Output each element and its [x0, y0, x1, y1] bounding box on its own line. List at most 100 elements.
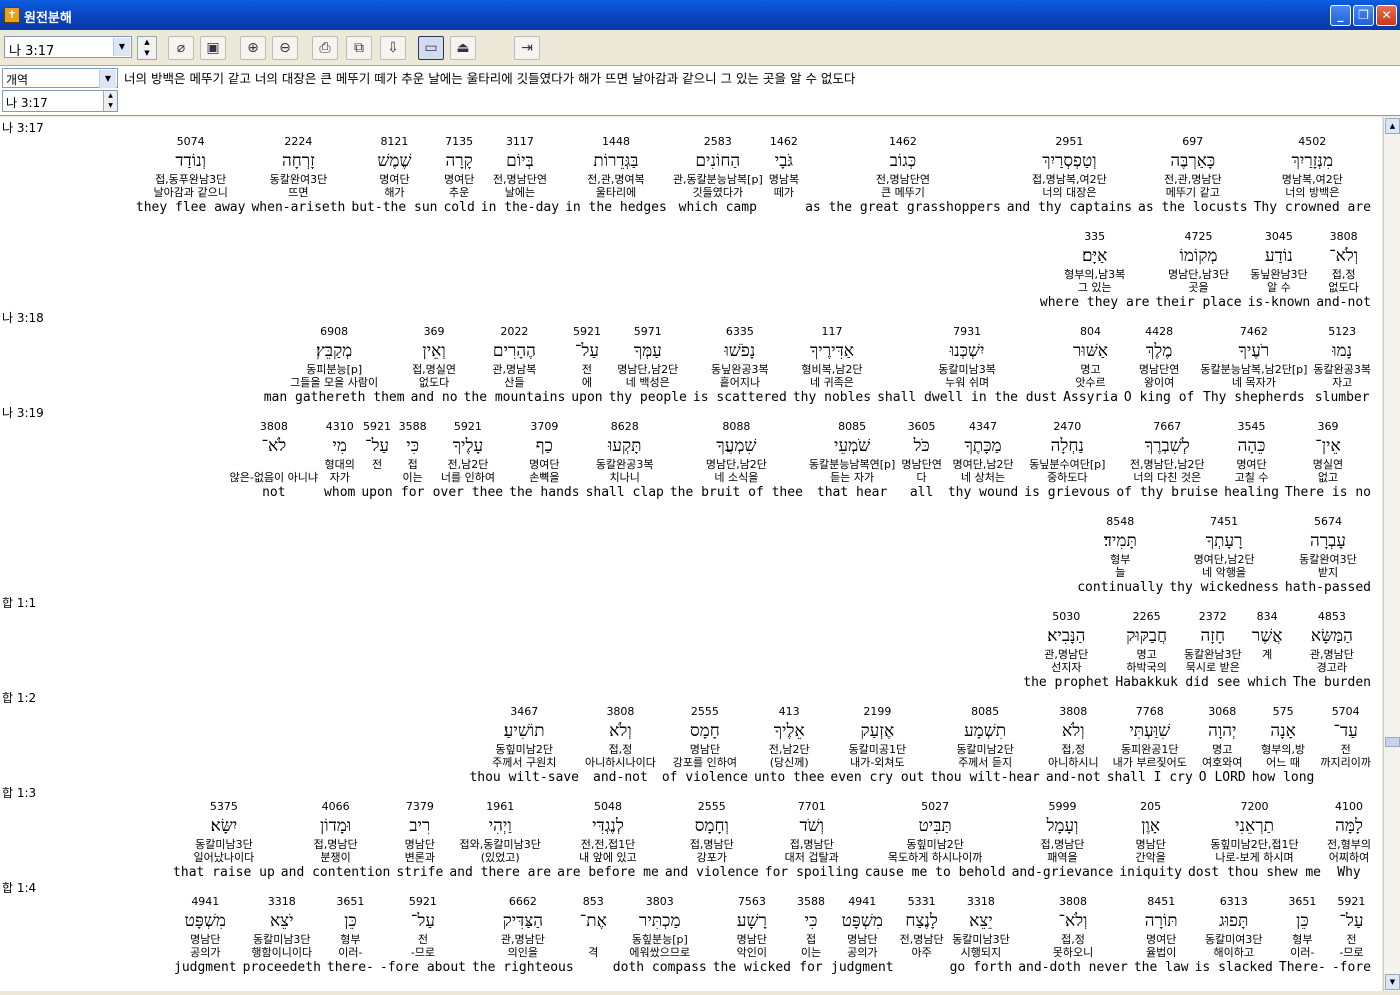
- word-column[interactable]: 7462 רֹעֶיךָ 동칼분능남복,남2단[p] 네 목자가 Thy shepher…: [1197, 325, 1310, 406]
- exit-button[interactable]: ⇥: [514, 36, 540, 60]
- word-column[interactable]: 5123 נָמוּ 동칼완공3복 자고 slumber: [1310, 325, 1374, 406]
- verse-reference-field[interactable]: 나 3:17 ▲ ▼: [2, 90, 118, 112]
- word-column[interactable]: 7135 קָרָה 명여단 추운 cold: [440, 135, 477, 216]
- word-column[interactable]: 5704 עַד־ 전 까지리이까: [1317, 705, 1374, 786]
- word-column[interactable]: 5674 עָבְרָה 동칼완여3단 받지 hath-passed: [1282, 515, 1374, 596]
- spin-down-icon[interactable]: ▼: [138, 48, 156, 59]
- word-column[interactable]: 8628 תָּקְעוּ 동칼완공3복 치나니 shall clap: [583, 420, 667, 501]
- word-column[interactable]: 1448 בַּגְּדֵרוֹת 전,관,명여복 울타리에 in the hedges: [562, 135, 670, 216]
- word-column[interactable]: 5999 וְעָמָל 접,명남단 패역을 and-grievance: [1009, 800, 1117, 881]
- word-column[interactable]: 2022 הֶהָרִים 관,명남복 산들 the mountains: [461, 325, 569, 406]
- close-button[interactable]: ✕: [1376, 5, 1397, 26]
- eject-button[interactable]: ⏏: [450, 36, 476, 60]
- word-column[interactable]: 7379 רִיב 명남단 변론과 strife: [393, 800, 446, 881]
- word-column[interactable]: 6313 תָּפוּג 동칼미여3단 해이하고 is slacked: [1192, 895, 1276, 976]
- word-column[interactable]: 804 אַשּׁוּר 명고 앗수르 Assyria: [1060, 325, 1121, 406]
- word-column[interactable]: 3467 תוֹשִׁיעַ׃ 동힢미남2단 주께서 구원치 thou wilt-sav…: [466, 705, 582, 786]
- chevron-down-icon[interactable]: ▼: [113, 38, 130, 56]
- word-column[interactable]: 3808 וְלֹא 접,정 아니하시니 and-not: [1043, 705, 1104, 786]
- word-column[interactable]: 2583 הַחוֹנִים 관,동칼분능남복[p] 깃들였다가 which camp: [670, 135, 766, 216]
- word-column[interactable]: 7667 לְשִׁבְרֶךָ 전,명남단,남2단 너의 다친 것은 of thy b…: [1113, 420, 1221, 501]
- word-column[interactable]: 5921 עַל־ 전 upon: [358, 420, 395, 501]
- word-column[interactable]: 7701 וְשֹׁד 접,명남단 대저 겁탈과 for spoiling: [762, 800, 862, 881]
- word-column[interactable]: 5027 תַּבִּיט 동힢미남2단 목도하게 하시나이까 cause me to …: [862, 800, 1009, 881]
- word-column[interactable]: 4725 מְקוֹמוֹ 명남단,남3단 곳을 their place: [1152, 230, 1244, 311]
- word-column[interactable]: 5971 עַמְּךָ 명남단,남2단 네 백성은 thy people: [606, 325, 690, 406]
- word-column[interactable]: 3318 יֵצֵא 동칼미남3단 시행되지 go forth: [947, 895, 1016, 976]
- word-column[interactable]: 3803 מַכְתִּיר 동힢분능[p] 에워쌌으므로 doth compass: [610, 895, 710, 976]
- word-column[interactable]: 4310 מִי 형대의 자가 whom: [321, 420, 358, 501]
- word-column[interactable]: 3588 כִּי 접 이는 for: [794, 895, 828, 976]
- word-column[interactable]: 7931 יִשְׁכְּנוּ 동칼미남3복 누워 쉬며 shall dwell in…: [874, 325, 1060, 406]
- word-column[interactable]: 8121 שֶׁמֶשׁ 명여단 해가 but-the sun: [348, 135, 440, 216]
- chevron-down-icon[interactable]: ▼: [99, 70, 116, 88]
- word-column[interactable]: 2199 אֶזְעַק 동칼미공1단 내가-외쳐도 even cry out: [827, 705, 927, 786]
- verse-spinner[interactable]: ▲ ▼: [103, 91, 117, 111]
- word-column[interactable]: 5921 עַל־ 전 -므로 -fore: [1329, 895, 1374, 976]
- word-column[interactable]: 834 אֲשֶׁר 계 which: [1245, 610, 1290, 691]
- word-column[interactable]: 8085 שֹׁמְעֵי 동칼분능남복연[p] 듣는 자가 that hear: [806, 420, 898, 501]
- word-column[interactable]: 4428 מֶלֶךְ 명남단연 왕이여 O king of: [1121, 325, 1197, 406]
- word-column[interactable]: 369 אֵין־ 명실연 없고 There is no: [1282, 420, 1374, 501]
- word-column[interactable]: 2951 וְטַפְסְרַיִךְ 접,명남복,여2단 너의 대장은 and thy…: [1004, 135, 1135, 216]
- reference-combo[interactable]: 나 3:17 ▼: [4, 36, 132, 59]
- word-column[interactable]: 5074 וְנוֹדַד 접,동푸완남3단 날아감과 같으니 they flee aw…: [133, 135, 249, 216]
- word-column[interactable]: 8088 שִׁמְעֲךָ 명남단,남2단 네 소식을 the bruit of th…: [667, 420, 806, 501]
- word-column[interactable]: 7768 שִׁוַּעְתִּי 동피완공1단 내가 부르짖어도 shall I cr…: [1104, 705, 1196, 786]
- word-column[interactable]: 575 אָנָה 형부의,방 어느 때 how long: [1249, 705, 1318, 786]
- minimize-button[interactable]: _: [1330, 5, 1351, 26]
- word-column[interactable]: 2224 זָרְחָה 동칼완여3단 뜨면 when-ariseth: [248, 135, 348, 216]
- word-column[interactable]: 335 אַיָּם׃ 형부의,남3복 그 있는 where they are: [1037, 230, 1153, 311]
- word-column[interactable]: 7200 תַרְאֵנִי 동힢미남2단,접1단 나로-보게 하시며 dost tho…: [1185, 800, 1324, 881]
- word-column[interactable]: 2555 חָמָס 명남단 강포를 인하여 of violence: [659, 705, 751, 786]
- word-column[interactable]: 413 אֵלֶיךָ 전,남2단 (당신께) unto thee: [751, 705, 827, 786]
- word-column[interactable]: 5030 הַנָּבִיא׃ 관,명남단 선지자 the prophet: [1020, 610, 1112, 691]
- word-column[interactable]: 5331 לָנֶצַח 전,명남단 아주: [897, 895, 947, 976]
- word-column[interactable]: 3318 יֹצֵא 동칼미남3단 행함이니이다 proceedeth: [240, 895, 324, 976]
- word-column[interactable]: 6908 מְקַבֵּץ׃ 동피분능[p] 그들을 모을 사람이 man gather…: [261, 325, 408, 406]
- word-column[interactable]: 5921 עָלֶיךָ 전,남2단 너를 인하여 over thee: [430, 420, 506, 501]
- word-column[interactable]: 205 אָוֶן 명남단 간악을 iniquity: [1116, 800, 1185, 881]
- word-column[interactable]: 2470 נַחְלָה 동닢분수여단[p] 중하도다 is grievous: [1021, 420, 1113, 501]
- word-column[interactable]: 7563 רָשָׁע 명남단 악인이 the wicked: [710, 895, 794, 976]
- word-column[interactable]: 697 כָּאַרְבֶּה 전,관,명남단 메뚜기 같고 as the locust…: [1135, 135, 1251, 216]
- word-column[interactable]: 3045 נוֹדַע 동닢완남3단 알 수 is-known: [1245, 230, 1314, 311]
- word-column[interactable]: 1961 וַיְהִי 접와,동칼미남3단 (있었고) and there are: [446, 800, 554, 881]
- word-column[interactable]: 5921 עַל־ 전 -므로 -fore about: [377, 895, 469, 976]
- word-column[interactable]: 8085 תִשְׁמָע 동칼미남2단 주께서 듣지 thou wilt-hear: [927, 705, 1043, 786]
- word-column[interactable]: 3651 כֵּן 형부 이러-there-: [324, 895, 377, 976]
- word-column[interactable]: 853 אֶת־ 격: [577, 895, 610, 976]
- print-button[interactable]: ⎙: [312, 36, 338, 60]
- word-column[interactable]: 5375 יִשָּׂא׃ 동칼미남3단 일어났나이다 that raise up: [170, 800, 278, 881]
- attach-button[interactable]: ⌀: [168, 36, 194, 60]
- word-column[interactable]: 2372 חָזָה 동칼완남3단 묵시로 받은 did see: [1181, 610, 1245, 691]
- word-column[interactable]: 4941 מִשְׁפָּט 명남단 공의가 judgment: [828, 895, 897, 976]
- word-column[interactable]: 1462 כְּגוֹב 전,명남단연 큰 메뚜기 as the great grass…: [802, 135, 1004, 216]
- word-column[interactable]: 8548 תָּמִיד׃ 형부 늘 continually: [1074, 515, 1166, 596]
- word-column[interactable]: 6662 הַצַּדִּיק 관,명남단 의인을 the righteous: [469, 895, 577, 976]
- word-column[interactable]: 4066 וּמָדוֹן 접,명남단 분쟁이 and contention: [278, 800, 394, 881]
- reference-spinner[interactable]: ▲ ▼: [137, 36, 157, 60]
- copy-button[interactable]: ⧉: [346, 36, 372, 60]
- word-column[interactable]: 3545 כֵּהָה 명여단 고칠 수 healing: [1221, 420, 1282, 501]
- word-column[interactable]: 3068 יְהוָה 명고 여호와여 O LORD: [1196, 705, 1249, 786]
- word-column[interactable]: 6335 נָפֹשׁוּ 동닢완공3복 흩어지나 is scattered: [690, 325, 790, 406]
- word-column[interactable]: 5921 עַל־ 전 에 upon: [568, 325, 605, 406]
- word-column[interactable]: 3808 וְלֹא 접,정 아니하시나이다 and-not: [582, 705, 659, 786]
- word-column[interactable]: 3605 כֹּל 명남단연 다 all: [898, 420, 944, 501]
- word-column[interactable]: 3651 כֵּן 형부 이러- There-: [1276, 895, 1329, 976]
- word-column[interactable]: 117 אַדִּירֶיךָ 형비복,남2단 네 귀족은 thy nobles: [790, 325, 874, 406]
- word-column[interactable]: 5048 לְנֶגְדִּי 전,전,접1단 내 앞에 있고 are before m…: [554, 800, 662, 881]
- word-column[interactable]: 4502 מִנְּזָרַיִךְ 명남복,여2단 너의 방백은 Thy crowne…: [1251, 135, 1374, 216]
- word-column[interactable]: 2555 וְחָמָס 접,명남단 강포가 and violence: [662, 800, 762, 881]
- word-column[interactable]: 369 וְאֵין 접,명실연 없도다 and no: [408, 325, 461, 406]
- scroll-thumb[interactable]: [1385, 737, 1400, 747]
- word-column[interactable]: 3588 כִּי 접 이는 for: [396, 420, 430, 501]
- spin-up-icon[interactable]: ▲: [138, 37, 156, 48]
- word-column[interactable]: 2265 חֲבַקּוּק 명고 하박국의 Habakkuk: [1112, 610, 1181, 691]
- word-column[interactable]: 1462 גֹּבָי 명남복 떼가: [766, 135, 802, 216]
- word-column[interactable]: 4347 מַכָּתֶךָ 명여단,남2단 네 상처는 thy wound: [945, 420, 1021, 501]
- word-column[interactable]: 3808 וְלֹא־ 접,정 없도다 and-not: [1313, 230, 1374, 311]
- word-column[interactable]: 4853 הַמַּשָּׂא 관,명남단 경고라 The burden: [1290, 610, 1374, 691]
- word-column[interactable]: 3709 כַף 명여단 손뼉을 the hands: [506, 420, 582, 501]
